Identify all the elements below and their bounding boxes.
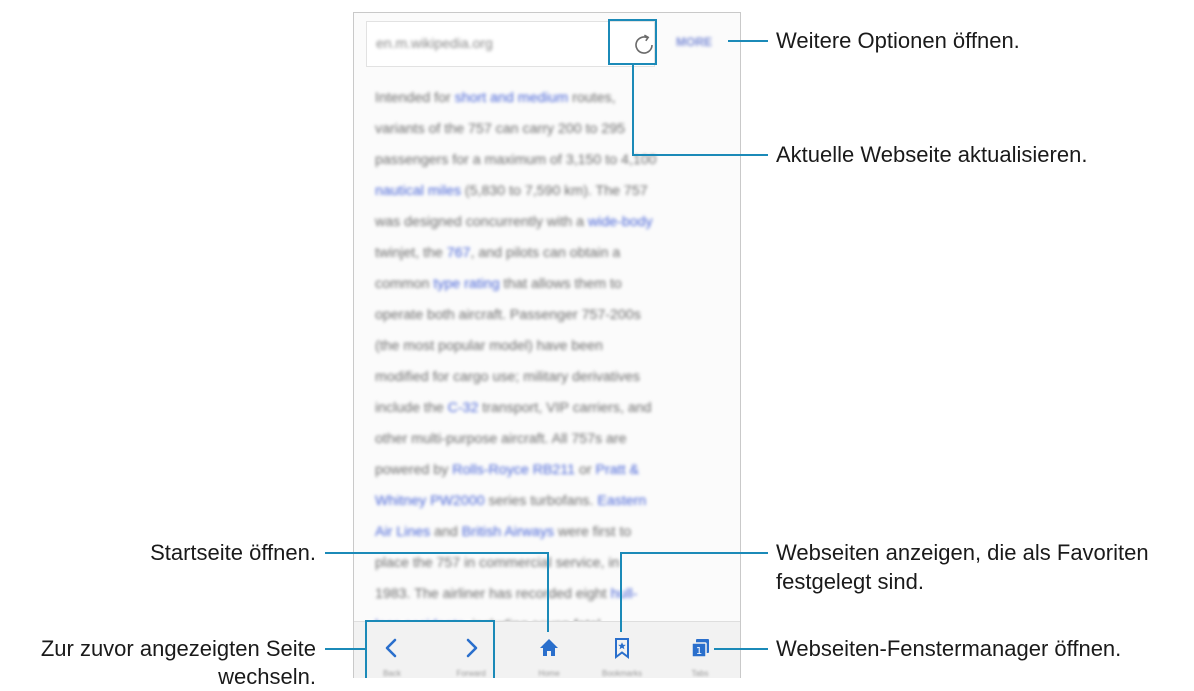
bookmarks-label: Bookmarks	[601, 669, 642, 678]
bookmark-icon	[615, 638, 629, 659]
article-text: or	[575, 462, 596, 478]
article-line: other multi-purpose aircraft. All 757s a…	[375, 424, 727, 455]
leader-refresh-h	[632, 154, 768, 156]
article-text: common	[375, 276, 434, 292]
article-link[interactable]: nautical miles	[375, 183, 461, 199]
leader-tabs	[714, 648, 768, 650]
article-line: was designed concurrently with a wide-bo…	[375, 207, 727, 238]
callout-more: Weitere Optionen öffnen.	[776, 28, 1020, 53]
tab-count: 1	[696, 646, 702, 657]
article-text: powered by	[375, 462, 453, 478]
leader-bookmarks-h	[620, 552, 768, 554]
article-line: twinjet, the 767, and pilots can obtain …	[375, 238, 727, 269]
callout-bookmarks-2: festgelegt sind.	[776, 569, 924, 594]
article-line: Air Lines and British Airways were first…	[375, 517, 727, 548]
article-text: twinjet, the	[375, 245, 447, 261]
article-line: operate both aircraft. Passenger 757-200…	[375, 300, 727, 331]
article-text: and	[430, 524, 462, 540]
article-line: common type rating that allows them to	[375, 269, 727, 300]
leader-home-h	[325, 552, 548, 554]
callout-home: Startseite öffnen.	[150, 540, 316, 565]
article-link[interactable]: British Airways	[462, 524, 554, 540]
article-text: (5,830 to 7,590 km). The 757	[460, 183, 648, 199]
article-text: 1983. The airliner has recorded eight	[375, 586, 611, 602]
callout-bookmarks-1: Webseiten anzeigen, die als Favoriten	[776, 540, 1149, 565]
article-link[interactable]: hull-	[611, 586, 638, 602]
article-line: modified for cargo use; military derivat…	[375, 362, 727, 393]
article-text: other multi-purpose aircraft. All 757s a…	[375, 431, 627, 447]
article-text: place the 757 in commercial service, in	[375, 555, 620, 571]
article-link[interactable]: type rating	[433, 276, 499, 292]
article-text: modified for cargo use; military derivat…	[375, 369, 640, 385]
leader-home-v	[547, 552, 549, 632]
article-text: series turbofans.	[484, 493, 598, 509]
article-text: , and pilots can obtain a	[470, 245, 621, 261]
home-label: Home	[538, 669, 560, 678]
refresh-highlight	[608, 19, 657, 65]
leader-more	[728, 40, 768, 42]
article-line: 1983. The airliner has recorded eight hu…	[375, 579, 727, 610]
tabs-label: Tabs	[691, 669, 709, 678]
article-text: routes,	[568, 90, 616, 106]
article-link[interactable]: Eastern	[597, 493, 646, 509]
article-link[interactable]: C-32	[448, 400, 479, 416]
article-link[interactable]: wide-body	[588, 214, 653, 230]
article-line: include the C-32 transport, VIP carriers…	[375, 393, 727, 424]
article-line: Whitney PW2000 series turbofans. Eastern	[375, 486, 727, 517]
article-link[interactable]: Rolls-Royce RB211	[452, 462, 575, 478]
article-text: that allows them to	[499, 276, 622, 292]
article-link[interactable]: Pratt &	[596, 462, 639, 478]
article-text: include the	[375, 400, 448, 416]
more-button[interactable]: MORE	[676, 35, 712, 49]
home-button[interactable]	[529, 628, 569, 668]
article-line: passengers for a maximum of 3,150 to 4,1…	[375, 145, 727, 176]
article-text: passengers for a maximum of 3,150 to 4,1…	[375, 152, 657, 168]
article-line: nautical miles (5,830 to 7,590 km). The …	[375, 176, 727, 207]
url-text: en.m.wikipedia.org	[376, 35, 493, 51]
leader-back-forward	[325, 648, 365, 650]
article-link[interactable]: Whitney PW2000	[375, 493, 485, 509]
article-text: was designed concurrently with a	[375, 214, 588, 230]
article-text: transport, VIP carriers, and	[478, 400, 652, 416]
article-link[interactable]: Air Lines	[375, 524, 430, 540]
article-text: Intended for	[375, 90, 455, 106]
article-text: were first to	[554, 524, 632, 540]
article-line: Intended for short and medium routes,	[375, 83, 727, 114]
article-link[interactable]: 767	[447, 245, 471, 261]
home-icon	[540, 639, 558, 656]
article-text: variants of the 757 can carry 200 to 295	[375, 121, 626, 137]
article-link[interactable]: short and medium	[455, 90, 569, 106]
article-line: variants of the 757 can carry 200 to 295	[375, 114, 727, 145]
callout-refresh: Aktuelle Webseite aktualisieren.	[776, 142, 1088, 167]
article-content: Intended for short and medium routes, var…	[375, 83, 727, 672]
article-text: operate both aircraft. Passenger 757-200…	[375, 307, 641, 323]
back-forward-highlight	[365, 620, 495, 678]
callout-tabs: Webseiten-Fenstermanager öffnen.	[776, 636, 1122, 661]
leader-refresh-v	[632, 65, 634, 155]
bookmarks-button[interactable]	[602, 628, 642, 668]
callout-back-forward-1: Zur zuvor angezeigten Seite	[40, 636, 316, 661]
article-line: powered by Rolls-Royce RB211 or Pratt &	[375, 455, 727, 486]
article-text: (the most popular model) have been	[375, 338, 603, 354]
article-line: (the most popular model) have been	[375, 331, 727, 362]
callout-back-forward-2: wechseln.	[218, 664, 316, 689]
leader-bookmarks-v	[620, 552, 622, 632]
